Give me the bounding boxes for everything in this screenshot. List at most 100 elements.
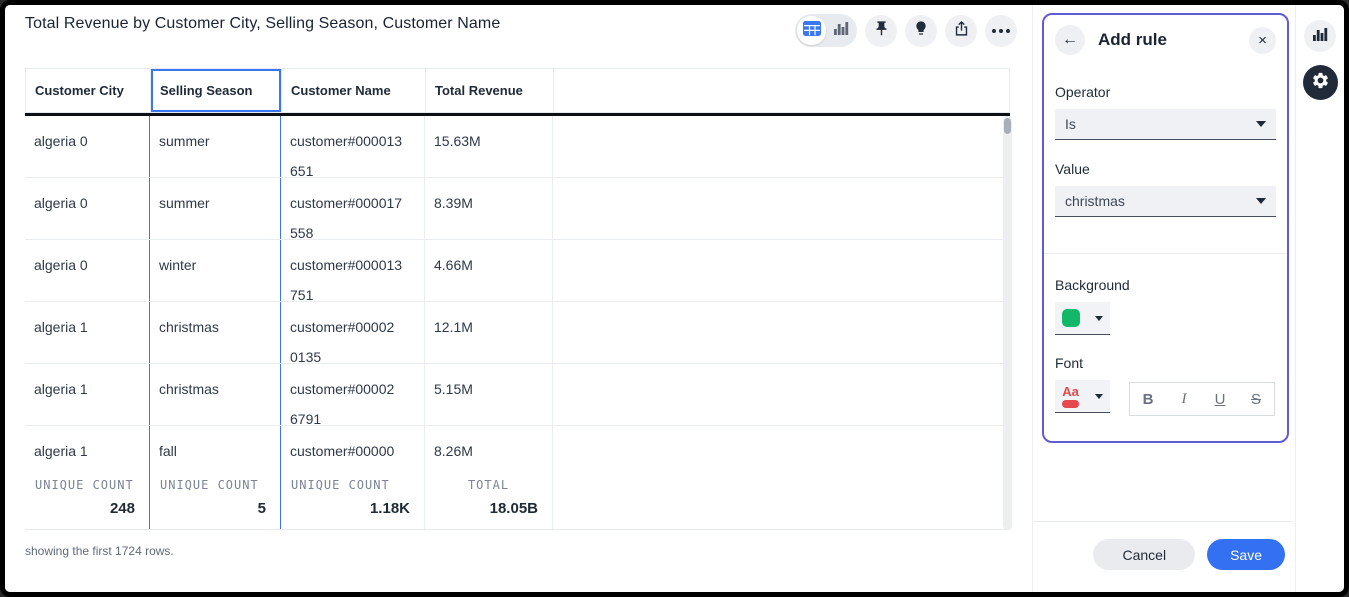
summary-customer-name: UNIQUE COUNT 1.18K bbox=[281, 466, 425, 529]
table-row[interactable]: algeria 0 summer customer#000017 558 8.3… bbox=[25, 178, 1010, 240]
cell-customer-city[interactable]: algeria 1 bbox=[25, 364, 150, 425]
cell-empty bbox=[553, 116, 1010, 177]
cell-customer-name[interactable]: customer#00002 0135 bbox=[281, 302, 425, 363]
cell-empty bbox=[553, 240, 1010, 301]
scrollbar-thumb[interactable] bbox=[1004, 118, 1011, 134]
panel-actions: Cancel Save bbox=[1033, 521, 1293, 570]
rule-panel-section: ← Add rule × Operator Is Value christmas… bbox=[1032, 5, 1295, 592]
table-row[interactable]: algeria 0 summer customer#000013 651 15.… bbox=[25, 116, 1010, 178]
table-row[interactable]: algeria 1 christmas customer#00002 6791 … bbox=[25, 364, 1010, 426]
cell-selling-season[interactable]: summer bbox=[150, 178, 281, 239]
pin-button[interactable] bbox=[865, 15, 897, 47]
column-header-selling-season[interactable]: Selling Season bbox=[151, 69, 282, 112]
column-header-customer-name[interactable]: Customer Name bbox=[282, 69, 426, 112]
add-rule-card: ← Add rule × Operator Is Value christmas… bbox=[1042, 13, 1289, 443]
cell-empty bbox=[553, 302, 1010, 363]
cell-selling-season[interactable]: fall bbox=[150, 426, 281, 466]
operator-select[interactable]: Is bbox=[1055, 109, 1276, 140]
cell-total-revenue[interactable]: 8.26M bbox=[425, 426, 553, 466]
bold-button[interactable]: B bbox=[1136, 391, 1160, 408]
chevron-down-icon bbox=[1256, 198, 1266, 204]
summary-label: UNIQUE COUNT bbox=[281, 478, 424, 492]
cell-customer-city[interactable]: algeria 1 bbox=[25, 302, 150, 363]
underline-button[interactable]: U bbox=[1208, 391, 1232, 408]
summary-label: UNIQUE COUNT bbox=[25, 478, 149, 492]
font-color-chip: Aa bbox=[1062, 385, 1079, 408]
more-button[interactable] bbox=[985, 15, 1017, 47]
table-scrollbar[interactable] bbox=[1003, 116, 1012, 530]
table-summary-row: UNIQUE COUNT 248 UNIQUE COUNT 5 UNIQUE C… bbox=[25, 466, 1010, 530]
italic-button[interactable]: I bbox=[1172, 391, 1196, 408]
back-arrow-icon: ← bbox=[1062, 31, 1078, 49]
app-window: Total Revenue by Customer City, Selling … bbox=[0, 0, 1349, 597]
close-button[interactable]: × bbox=[1249, 27, 1276, 54]
rail-chart-button[interactable] bbox=[1304, 20, 1336, 52]
cell-empty bbox=[553, 178, 1010, 239]
column-header-customer-city[interactable]: Customer City bbox=[26, 69, 151, 112]
summary-value: 18.05B bbox=[425, 500, 552, 517]
cell-selling-season[interactable]: winter bbox=[150, 240, 281, 301]
background-color-picker[interactable] bbox=[1055, 302, 1110, 335]
save-button[interactable]: Save bbox=[1207, 539, 1285, 570]
cell-customer-city[interactable]: algeria 0 bbox=[25, 240, 150, 301]
cell-total-revenue[interactable]: 4.66M bbox=[425, 240, 553, 301]
chart-view-button[interactable] bbox=[826, 16, 855, 45]
view-toggle bbox=[795, 14, 857, 47]
summary-total-revenue: TOTAL 18.05B bbox=[425, 466, 553, 529]
column-header-total-revenue[interactable]: Total Revenue bbox=[426, 69, 554, 112]
cell-selling-season[interactable]: christmas bbox=[150, 302, 281, 363]
summary-value: 1.18K bbox=[281, 500, 424, 517]
font-color-picker[interactable]: Aa bbox=[1055, 380, 1110, 413]
cell-total-revenue[interactable]: 15.63M bbox=[425, 116, 553, 177]
cell-customer-name[interactable]: customer#000013 751 bbox=[281, 240, 425, 301]
value-value: christmas bbox=[1065, 193, 1125, 209]
cell-total-revenue[interactable]: 5.15M bbox=[425, 364, 553, 425]
page-title: Total Revenue by Customer City, Selling … bbox=[25, 15, 500, 33]
cell-customer-city[interactable]: algeria 0 bbox=[25, 178, 150, 239]
settings-button[interactable] bbox=[1303, 65, 1338, 100]
cell-customer-name[interactable]: customer#00002 6791 bbox=[281, 364, 425, 425]
table-row[interactable]: algeria 1 christmas customer#00002 0135 … bbox=[25, 302, 1010, 364]
chevron-down-icon bbox=[1095, 316, 1103, 321]
table-row[interactable]: algeria 0 winter customer#000013 751 4.6… bbox=[25, 240, 1010, 302]
lightbulb-icon bbox=[913, 20, 929, 41]
value-select[interactable]: christmas bbox=[1055, 186, 1276, 217]
background-label: Background bbox=[1055, 277, 1276, 293]
table-view-button[interactable] bbox=[797, 16, 826, 45]
back-button[interactable]: ← bbox=[1055, 25, 1085, 55]
gear-icon bbox=[1311, 71, 1330, 95]
cell-total-revenue[interactable]: 8.39M bbox=[425, 178, 553, 239]
cell-selling-season[interactable]: christmas bbox=[150, 364, 281, 425]
operator-value: Is bbox=[1065, 116, 1076, 132]
table-row[interactable]: algeria 1 fall customer#00000 8.26M bbox=[25, 426, 1010, 466]
strikethrough-button[interactable]: S bbox=[1244, 391, 1268, 408]
export-button[interactable] bbox=[945, 15, 977, 47]
add-rule-title: Add rule bbox=[1098, 30, 1167, 50]
cell-customer-name[interactable]: customer#000017 558 bbox=[281, 178, 425, 239]
cell-customer-name[interactable]: customer#000013 651 bbox=[281, 116, 425, 177]
column-header-empty bbox=[554, 69, 1009, 112]
cancel-button[interactable]: Cancel bbox=[1093, 539, 1195, 570]
font-color-swatch bbox=[1062, 400, 1079, 408]
summary-label: UNIQUE COUNT bbox=[150, 478, 280, 492]
cell-selling-season[interactable]: summer bbox=[150, 116, 281, 177]
cell-customer-city[interactable]: algeria 1 bbox=[25, 426, 150, 466]
table-header-row: Customer City Selling Season Customer Na… bbox=[25, 68, 1010, 113]
value-label: Value bbox=[1055, 161, 1276, 177]
cell-customer-name[interactable]: customer#00000 bbox=[281, 426, 425, 466]
text-style-group: B I U S bbox=[1129, 382, 1275, 416]
cell-total-revenue[interactable]: 12.1M bbox=[425, 302, 553, 363]
insights-button[interactable] bbox=[905, 15, 937, 47]
table-icon bbox=[803, 21, 821, 41]
add-rule-header: ← Add rule × bbox=[1055, 25, 1276, 55]
summary-selling-season: UNIQUE COUNT 5 bbox=[150, 466, 281, 529]
cell-customer-city[interactable]: algeria 0 bbox=[25, 116, 150, 177]
font-controls: Aa B I U S bbox=[1055, 371, 1276, 416]
summary-value: 5 bbox=[150, 500, 280, 517]
cell-empty bbox=[553, 426, 1010, 466]
chevron-down-icon bbox=[1256, 121, 1266, 127]
pin-icon bbox=[873, 20, 890, 42]
summary-label: TOTAL bbox=[425, 478, 552, 492]
summary-empty bbox=[553, 466, 1010, 529]
chevron-down-icon bbox=[1095, 394, 1103, 399]
